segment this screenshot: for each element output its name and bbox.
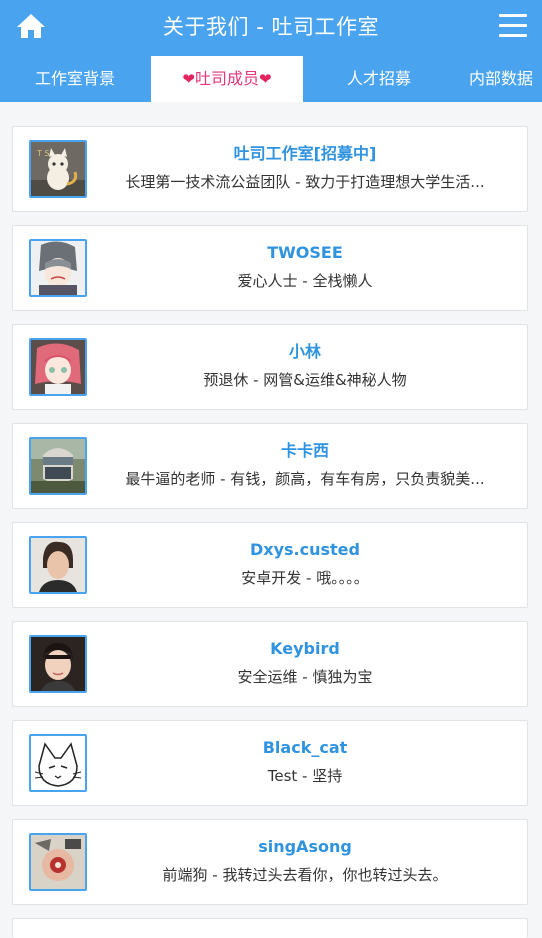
- tab-label: 工作室背景: [34, 69, 115, 88]
- member-card[interactable]: T S 吐司工作室[招募中] 长理第一技术流公益团队 - 致力于打造理想大学生活…: [12, 126, 528, 212]
- avatar: [29, 536, 87, 594]
- member-desc: 安卓开发 - 哦。。。。: [241, 569, 369, 587]
- member-card[interactable]: singAsong 前端狗 - 我转过头去看你，你也转过头去。: [12, 819, 528, 905]
- member-card[interactable]: 小林 预退休 - 网管&运维&神秘人物: [12, 324, 528, 410]
- heart-icon: ❤: [259, 70, 272, 88]
- avatar: [29, 437, 87, 495]
- member-desc: 预退休 - 网管&运维&神秘人物: [203, 371, 407, 389]
- member-card[interactable]: Dxys.custed 安卓开发 - 哦。。。。: [12, 522, 528, 608]
- tab-internal-data[interactable]: 内部数据: [456, 56, 542, 102]
- member-card[interactable]: Keybird 安全运维 - 慎独为宝: [12, 621, 528, 707]
- tab-label: 内部数据: [468, 69, 533, 88]
- tab-recruitment[interactable]: 人才招募: [324, 56, 434, 102]
- avatar: [29, 734, 87, 792]
- member-name: 吐司工作室[招募中]: [233, 144, 377, 163]
- member-card[interactable]: 卡卡西 最牛逼的老师 - 有钱，颜高，有车有房，只负责貌美...: [12, 423, 528, 509]
- member-name: Dxys.custed: [250, 540, 360, 559]
- avatar: [29, 239, 87, 297]
- member-desc: 长理第一技术流公益团队 - 致力于打造理想大学生活...: [125, 173, 485, 191]
- member-name: TWOSEE: [267, 243, 343, 262]
- member-card-partial[interactable]: [12, 918, 528, 938]
- avatar: [29, 338, 87, 396]
- tab-members[interactable]: ❤吐司成员❤: [151, 56, 303, 102]
- tab-studio-background[interactable]: 工作室背景: [20, 56, 130, 102]
- member-desc: 爱心人士 - 全栈懒人: [237, 272, 373, 290]
- tab-label: 人才招募: [346, 69, 411, 88]
- tab-bar: 工作室背景 ❤吐司成员❤ 人才招募 内部数据: [0, 52, 542, 102]
- member-name: Black_cat: [262, 738, 348, 757]
- member-name: singAsong: [258, 837, 352, 856]
- member-card[interactable]: TWOSEE 爱心人士 - 全栈懒人: [12, 225, 528, 311]
- avatar: T S: [29, 140, 87, 198]
- member-desc: Test - 坚持: [267, 767, 343, 785]
- member-name: 小林: [288, 342, 321, 361]
- member-card[interactable]: Black_cat Test - 坚持: [12, 720, 528, 806]
- member-name: Keybird: [270, 639, 340, 658]
- page-title: 关于我们 - 吐司工作室: [163, 15, 379, 39]
- tab-label: 吐司成员: [194, 69, 259, 88]
- member-desc: 最牛逼的老师 - 有钱，颜高，有车有房，只负责貌美...: [125, 470, 485, 488]
- member-name: 卡卡西: [280, 441, 329, 460]
- heart-icon: ❤: [182, 70, 195, 88]
- app-header: 关于我们 - 吐司工作室: [0, 0, 542, 52]
- member-desc: 前端狗 - 我转过头去看你，你也转过头去。: [162, 866, 448, 884]
- member-desc: 安全运维 - 慎独为宝: [237, 668, 373, 686]
- menu-button[interactable]: [497, 11, 529, 41]
- avatar: [29, 635, 87, 693]
- avatar: [29, 833, 87, 891]
- svg-text:T S: T S: [36, 149, 50, 158]
